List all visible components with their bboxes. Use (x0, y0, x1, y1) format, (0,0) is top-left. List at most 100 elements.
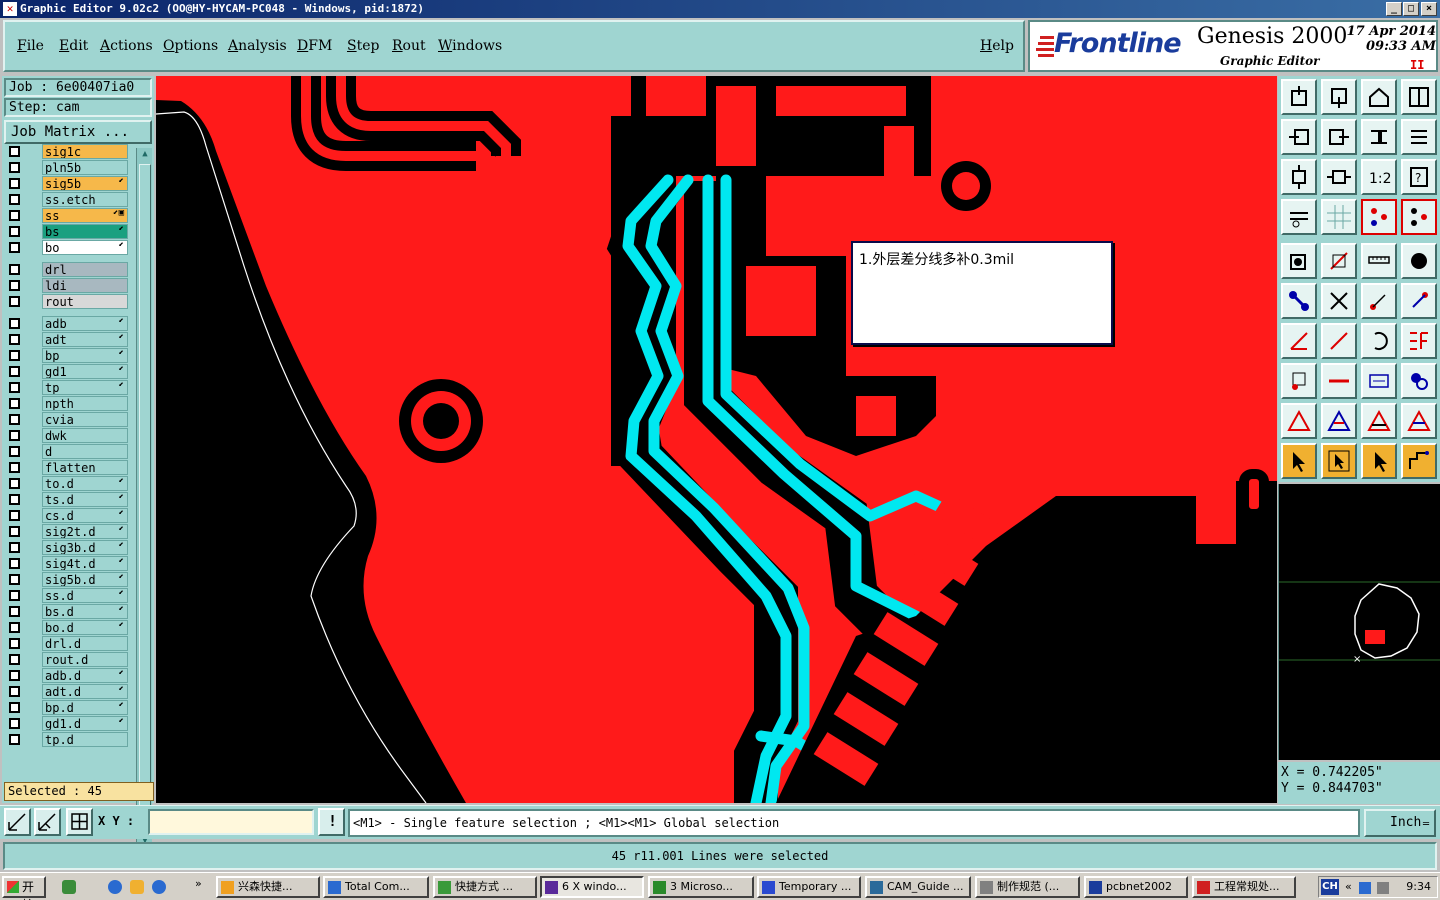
layer-row[interactable]: d (6, 444, 128, 459)
line-button[interactable] (1321, 323, 1357, 359)
browser-icon[interactable] (152, 880, 166, 894)
taskbar-task[interactable]: Temporary ... (757, 876, 861, 898)
home-button[interactable] (1361, 79, 1397, 115)
pad-button[interactable] (1281, 243, 1317, 279)
layer-name[interactable]: sig1c (42, 144, 128, 159)
grid-button[interactable] (1321, 199, 1357, 235)
query-button[interactable]: ? (1401, 159, 1437, 195)
copy-up-button[interactable] (1281, 79, 1317, 115)
layer-checkbox[interactable] (9, 478, 20, 489)
copy-feature-button[interactable] (1401, 363, 1437, 399)
menu-options[interactable]: Options (163, 38, 218, 54)
layer-name[interactable]: cs.d (42, 508, 128, 523)
layer-name[interactable]: d (42, 444, 128, 459)
move-left-button[interactable] (1281, 119, 1317, 155)
split-button[interactable] (1321, 363, 1357, 399)
layer-name[interactable]: bp.d (42, 700, 128, 715)
layer-name[interactable]: tp (42, 380, 128, 395)
scroll-thumb[interactable] (139, 164, 151, 834)
layer-row[interactable]: adb.d ⬋ (6, 668, 128, 683)
layer-checkbox[interactable] (9, 638, 20, 649)
pcb-layout[interactable] (156, 76, 1277, 803)
one-to-one-button[interactable]: 1:2 (1361, 159, 1397, 195)
layer-name[interactable]: sig2t.d (42, 524, 128, 539)
layer-row[interactable]: bo.d ⬋ (6, 620, 128, 635)
layer-checkbox[interactable] (9, 210, 20, 221)
quicklaunch-icon[interactable] (62, 880, 76, 894)
layer-row[interactable]: flatten (6, 460, 128, 475)
layer-checkbox[interactable] (9, 462, 20, 473)
layer-name[interactable]: sig3b.d (42, 540, 128, 555)
layer-row[interactable]: adt ⬋ (6, 332, 128, 347)
layer-row[interactable]: drl (6, 262, 128, 277)
features-button[interactable] (1401, 199, 1437, 235)
menu-help[interactable]: Help (980, 38, 1014, 54)
layer-row[interactable]: to.d ⬋ (6, 476, 128, 491)
layer-name[interactable]: adb (42, 316, 128, 331)
layer-name[interactable]: sig4t.d (42, 556, 128, 571)
select-net-route-button[interactable] (1401, 443, 1437, 479)
taskbar-task[interactable]: 6 X windo... (540, 876, 644, 898)
network-icon[interactable] (1359, 882, 1371, 894)
scale-button[interactable] (1401, 119, 1437, 155)
layer-name[interactable]: sig5b (42, 176, 128, 191)
measure-button[interactable] (34, 808, 61, 836)
layer-checkbox[interactable] (9, 686, 20, 697)
triangle-c-button[interactable] (1401, 403, 1437, 439)
layer-row[interactable]: adt.d ⬋ (6, 684, 128, 699)
layer-row[interactable]: bs.d ⬋ (6, 604, 128, 619)
layer-name[interactable]: adt.d (42, 684, 128, 699)
layer-checkbox[interactable] (9, 734, 20, 745)
circle-button[interactable] (1401, 243, 1437, 279)
layer-row[interactable]: tp.d (6, 732, 128, 747)
layer-name[interactable]: flatten (42, 460, 128, 475)
taskbar-task[interactable]: pcbnet2002 (1084, 876, 1188, 898)
start-button[interactable]: 开始 (2, 876, 46, 900)
layer-name[interactable]: to.d (42, 476, 128, 491)
menu-edit[interactable]: Edit (59, 38, 88, 54)
layer-name[interactable]: drl (42, 262, 128, 277)
snap-mode-button[interactable] (4, 808, 31, 836)
job-matrix-button[interactable]: Job Matrix ... (4, 120, 152, 144)
measure-button[interactable] (1361, 243, 1397, 279)
attributes-button[interactable] (1281, 199, 1317, 235)
menu-analysis[interactable]: Analysis (228, 38, 287, 54)
more-icon[interactable]: » (195, 877, 202, 890)
grid-button[interactable] (66, 808, 93, 836)
copy-down-button[interactable] (1321, 79, 1357, 115)
layer-checkbox[interactable] (9, 296, 20, 307)
layer-row[interactable]: gd1.d ⬋ (6, 716, 128, 731)
units-dropdown[interactable]: Inch ═ (1364, 809, 1436, 837)
layer-checkbox[interactable] (9, 590, 20, 601)
tray-expand-icon[interactable]: « (1345, 880, 1352, 893)
layer-name[interactable]: bs (42, 224, 128, 239)
layer-row[interactable]: dwk (6, 428, 128, 443)
minimize-button[interactable]: _ (1386, 2, 1402, 16)
layer-name[interactable]: pln5b (42, 160, 128, 175)
select-net-button[interactable] (1281, 363, 1317, 399)
layer-row[interactable]: sig2t.d ⬋ (6, 524, 128, 539)
layer-checkbox[interactable] (9, 280, 20, 291)
layer-name[interactable]: ts.d (42, 492, 128, 507)
layer-name[interactable]: adb.d (42, 668, 128, 683)
menu-dfm[interactable]: DFM (297, 38, 332, 54)
triangle-a-button[interactable] (1321, 403, 1357, 439)
layer-row[interactable]: ss.etch (6, 192, 128, 207)
layer-row[interactable]: sig1c (6, 144, 128, 159)
select-point-button[interactable] (1361, 443, 1397, 479)
layer-checkbox[interactable] (9, 264, 20, 275)
layer-name[interactable]: rout (42, 294, 128, 309)
taskbar-task[interactable]: 3 Microso... (648, 876, 754, 898)
layer-checkbox[interactable] (9, 510, 20, 521)
layer-checkbox[interactable] (9, 414, 20, 425)
layer-checkbox[interactable] (9, 162, 20, 173)
layer-checkbox[interactable] (9, 446, 20, 457)
menu-rout[interactable]: Rout (392, 38, 426, 54)
layer-name[interactable]: ss.etch (42, 192, 128, 207)
move-right-button[interactable] (1321, 119, 1357, 155)
layer-checkbox[interactable] (9, 194, 20, 205)
layer-checkbox[interactable] (9, 430, 20, 441)
layer-name[interactable]: drl.d (42, 636, 128, 651)
menu-actions[interactable]: Actions (100, 38, 153, 54)
layer-row[interactable]: ss.d ⬋ (6, 588, 128, 603)
